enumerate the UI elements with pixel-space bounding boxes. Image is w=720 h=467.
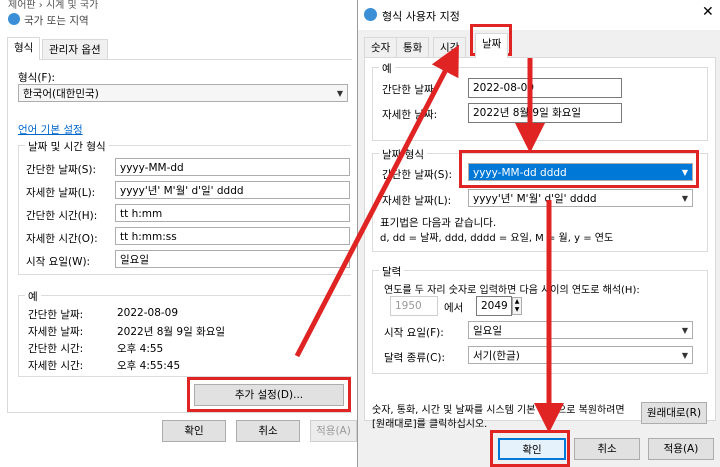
tab-format[interactable]: 형식	[7, 37, 41, 60]
tab-date[interactable]: 날짜	[475, 33, 509, 58]
annotation-arrows	[294, 44, 564, 433]
arrow-to-date-tab	[294, 44, 459, 358]
